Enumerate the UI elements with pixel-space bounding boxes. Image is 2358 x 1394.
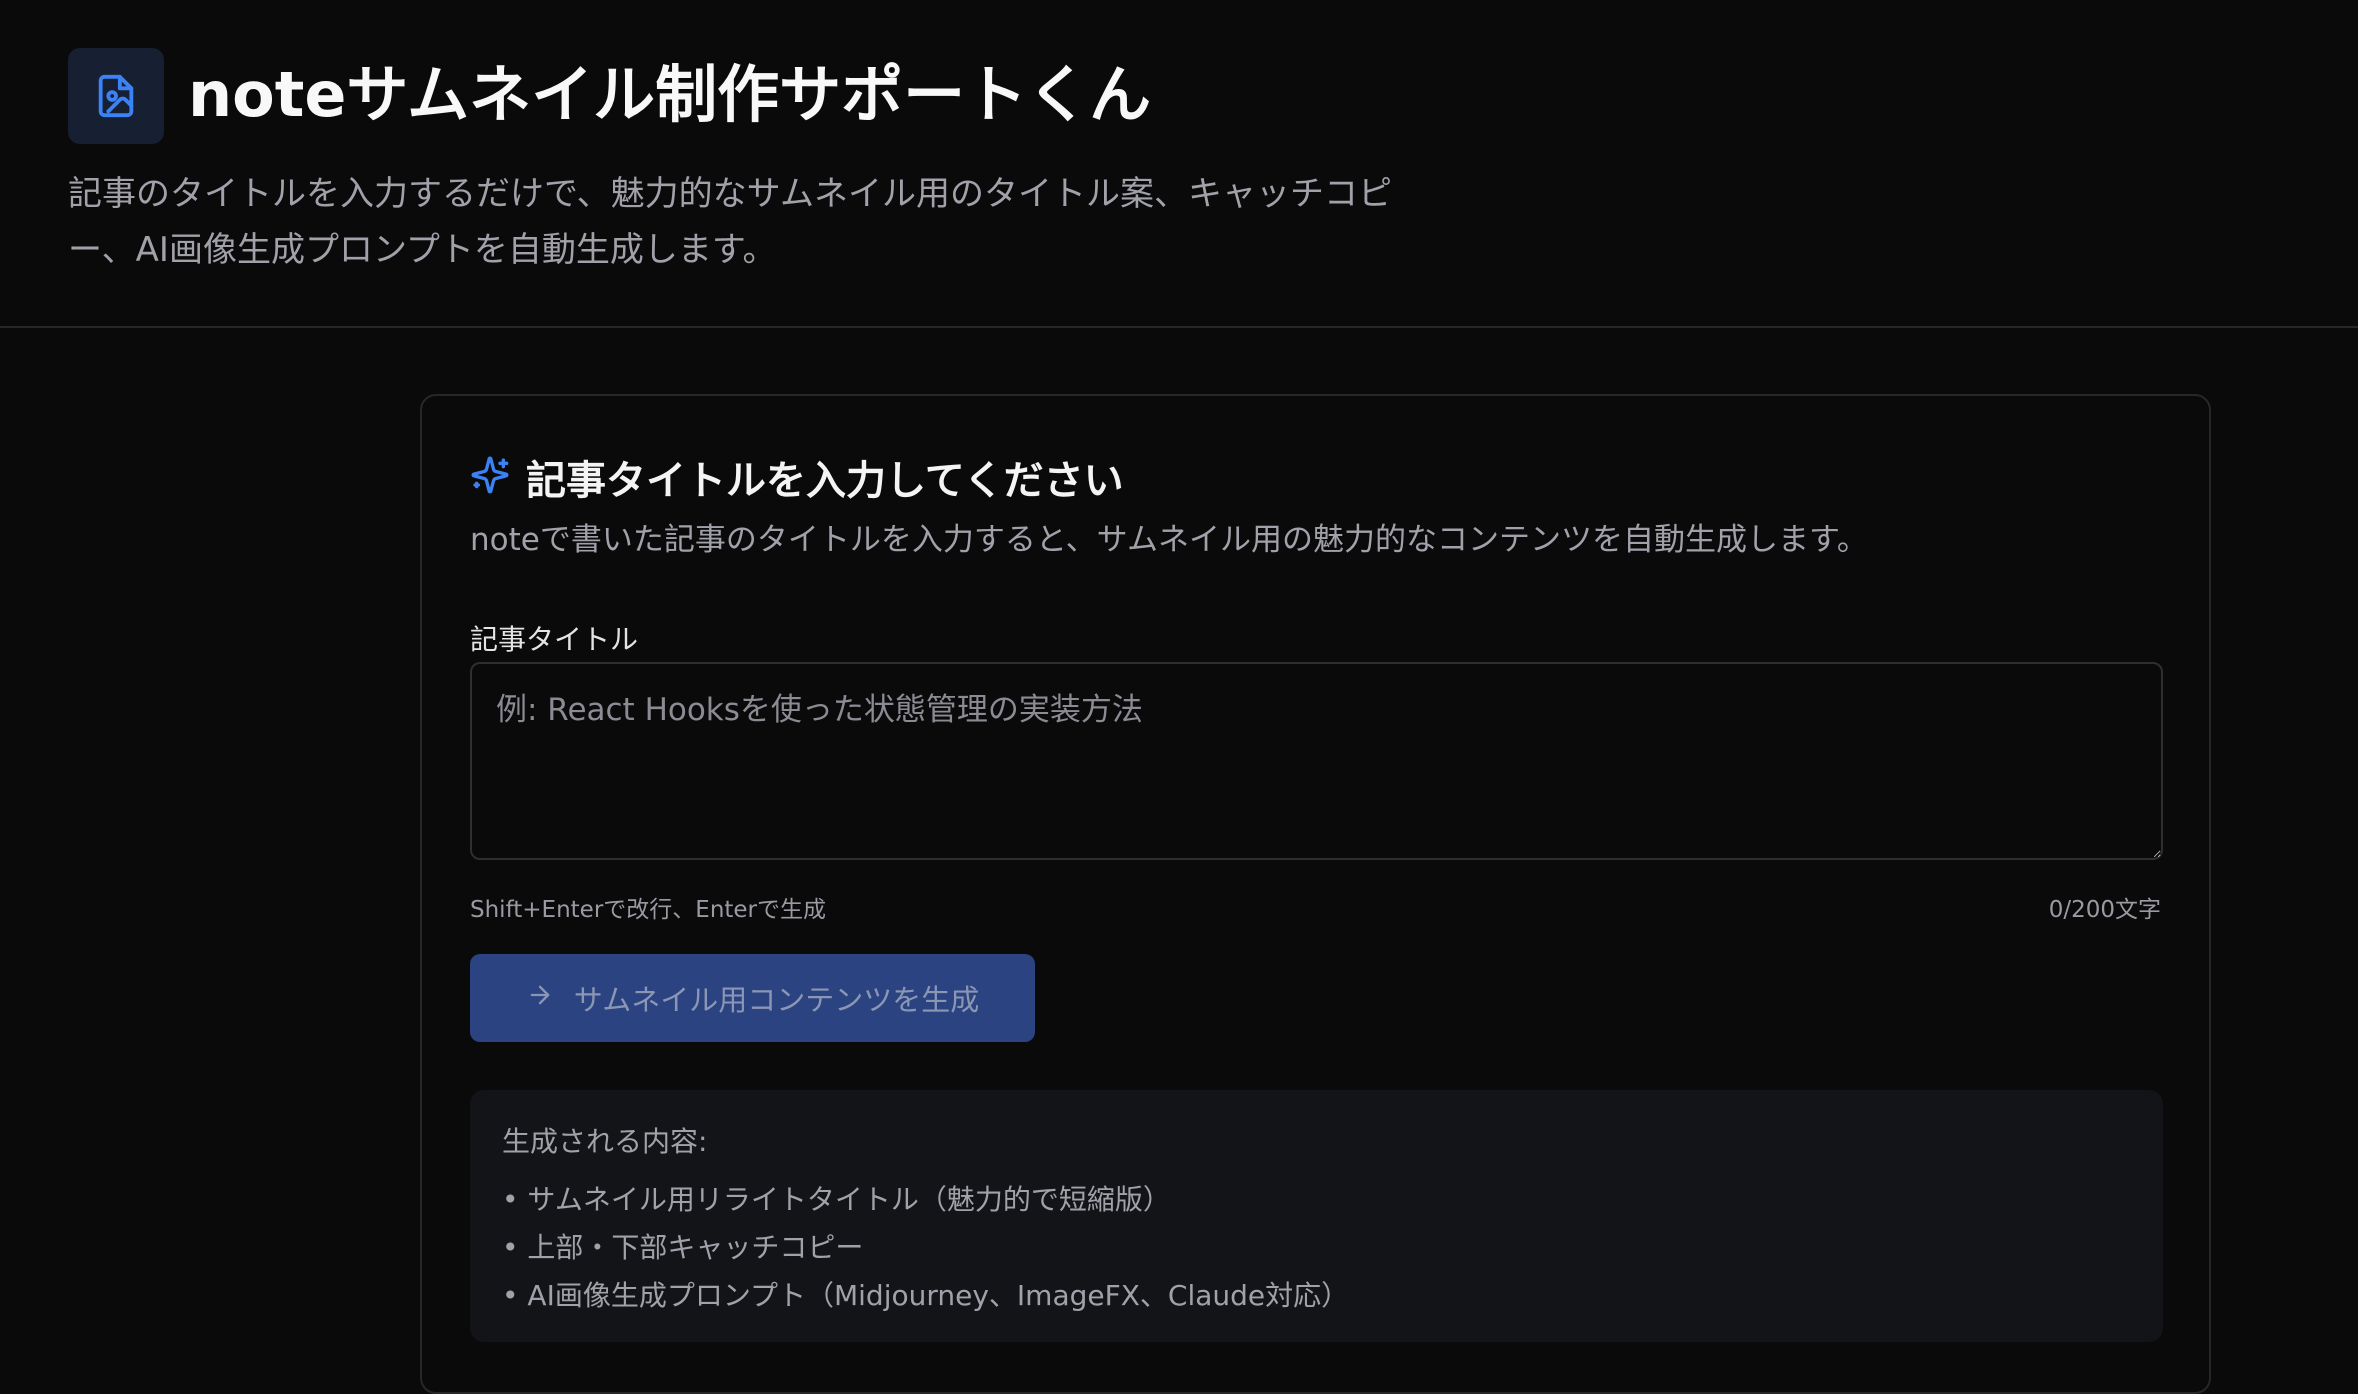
card-header: 記事タイトルを入力してください	[470, 448, 1124, 506]
generated-content-info: 生成される内容: サムネイル用リライトタイトル（魅力的で短縮版） 上部・下部キャ…	[470, 1090, 2163, 1342]
list-item: 上部・下部キャッチコピー	[502, 1224, 2131, 1272]
card-description: noteで書いた記事のタイトルを入力すると、サムネイル用の魅力的なコンテンツを自…	[470, 522, 1868, 558]
input-hint: Shift+Enterで改行、Enterで生成	[470, 897, 827, 923]
character-counter: 0/200文字	[2048, 897, 2161, 923]
article-title-input[interactable]	[470, 662, 2163, 860]
generate-button-label: サムネイル用コンテンツを生成	[573, 983, 980, 1017]
info-list: サムネイル用リライトタイトル（魅力的で短縮版） 上部・下部キャッチコピー AI画…	[502, 1176, 2131, 1320]
page-description: 記事のタイトルを入力するだけで、魅力的なサムネイル用のタイトル案、キャッチコピー…	[68, 174, 1392, 270]
arrow-right-icon	[526, 981, 554, 1016]
generate-button[interactable]: サムネイル用コンテンツを生成	[470, 954, 1035, 1042]
info-heading: 生成される内容:	[502, 1125, 708, 1158]
article-title-label: 記事タイトル	[470, 623, 639, 656]
title-input-card: 記事タイトルを入力してください noteで書いた記事のタイトルを入力すると、サム…	[420, 394, 2211, 1394]
sparkles-icon	[470, 455, 510, 499]
app-header: noteサムネイル制作サポートくん 記事のタイトルを入力するだけで、魅力的なサム…	[0, 0, 2358, 328]
file-image-icon	[68, 48, 164, 144]
card-title: 記事タイトルを入力してください	[526, 458, 1124, 504]
page-title: noteサムネイル制作サポートくん	[188, 58, 1152, 131]
list-item: サムネイル用リライトタイトル（魅力的で短縮版）	[502, 1176, 2131, 1224]
list-item: AI画像生成プロンプト（Midjourney、ImageFX、Claude対応）	[502, 1272, 2131, 1320]
